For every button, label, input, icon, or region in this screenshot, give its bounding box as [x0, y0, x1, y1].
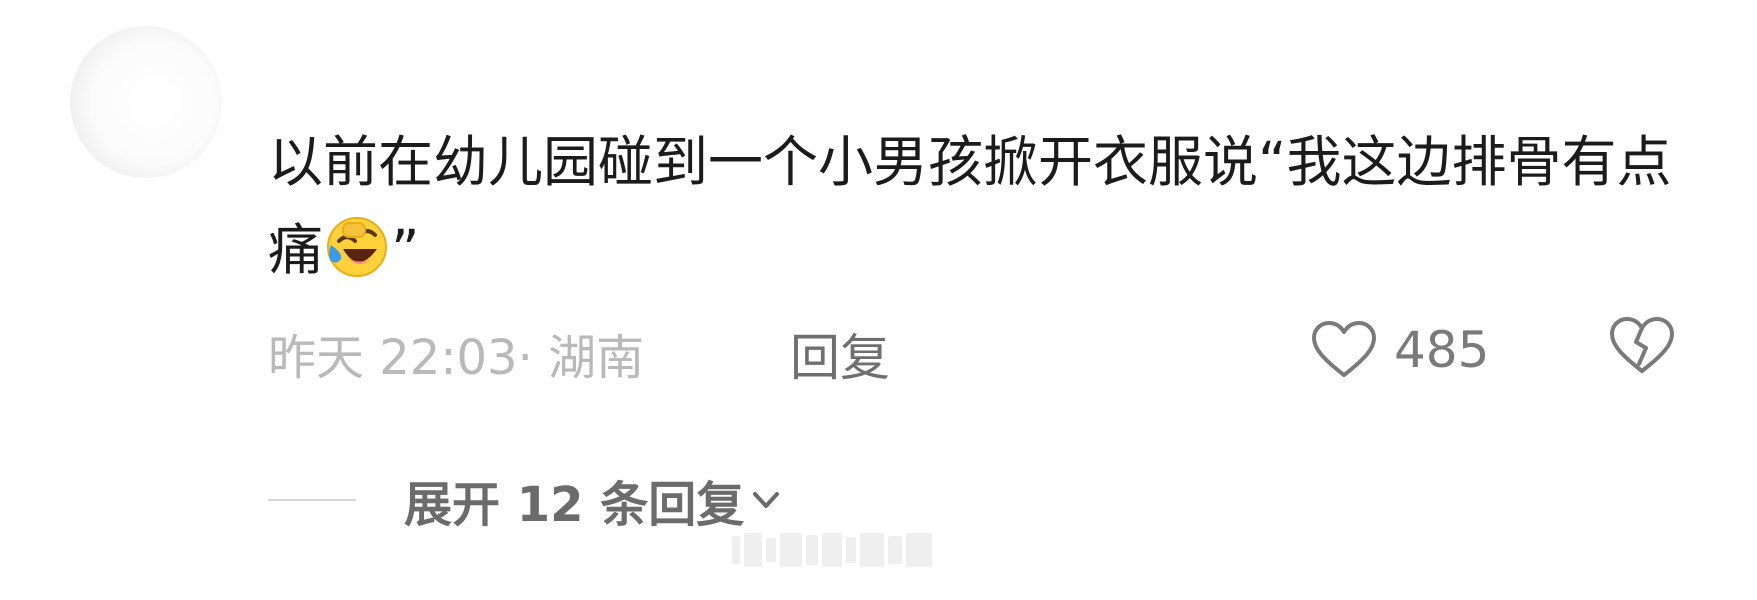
laughing-crying-emoji-icon — [325, 215, 389, 279]
comment-item: 以前在幼儿园碰到一个小男孩掀开衣服说“我这边排骨有点痛 ” 昨天 22:03· … — [0, 0, 1757, 600]
comment-meta: 昨天 22:03· 湖南 — [268, 330, 645, 386]
watermark-bar — [744, 533, 762, 567]
comment-text: 以前在幼儿园碰到一个小男孩掀开衣服说“我这边排骨有点痛 ” — [268, 118, 1708, 294]
heart-icon[interactable] — [1310, 320, 1378, 380]
watermark-bar — [732, 536, 740, 564]
divider — [268, 499, 356, 501]
comment-text-main: 以前在幼儿园碰到一个小男孩掀开衣服说“我这边排骨有点痛 — [268, 130, 1672, 282]
avatar[interactable] — [70, 26, 222, 178]
watermark-bar — [780, 533, 802, 567]
reply-button[interactable]: 回复 — [790, 318, 890, 390]
watermark-bar — [888, 536, 902, 564]
watermark-bar — [846, 537, 856, 563]
chevron-down-icon — [753, 492, 780, 508]
like-count: 485 — [1394, 321, 1490, 379]
like-button[interactable]: 485 — [1310, 318, 1489, 382]
comment-text-tail: ” — [391, 218, 420, 282]
watermark-bar — [806, 535, 818, 565]
username-blurred[interactable] — [300, 70, 560, 86]
broken-heart-icon[interactable] — [1608, 316, 1676, 376]
watermark — [732, 530, 1032, 570]
watermark-bar — [822, 533, 842, 567]
expand-replies-button[interactable]: 展开 12 条回复 — [404, 465, 784, 535]
watermark-bar — [906, 533, 932, 567]
expand-replies-label: 展开 12 条回复 — [404, 477, 745, 533]
watermark-bar — [766, 538, 776, 562]
watermark-bar — [860, 533, 884, 567]
expand-replies-row: 展开 12 条回复 — [268, 470, 784, 533]
